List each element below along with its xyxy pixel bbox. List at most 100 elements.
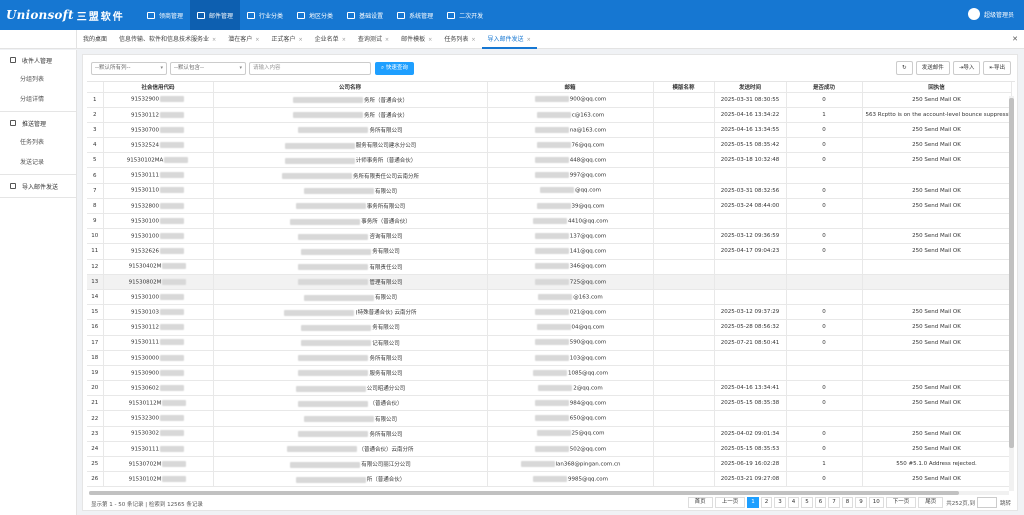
page-button-5[interactable]: 5 [801, 497, 813, 508]
send-mail-button[interactable]: 发送邮件 [915, 61, 950, 75]
first-page-button[interactable]: 首页 [687, 497, 713, 508]
page-button-9[interactable]: 9 [855, 497, 867, 508]
table-row[interactable]: 16 91530112 务有限公司 04@qq.com 2025-05-28 08:56… [87, 319, 1012, 336]
close-icon[interactable]: × [255, 37, 259, 43]
table-row[interactable]: 3 91530700 务所有限公司 na@163.com 2025-04-16 13:3… [87, 122, 1012, 139]
refresh-button[interactable]: ↻ [896, 61, 913, 75]
page-button-2[interactable]: 2 [760, 497, 773, 508]
scrollbar-thumb[interactable] [89, 491, 959, 495]
table-row[interactable]: 7 91530110 有限公司 @qq.com 2025-03-31 08:32:56 0… [87, 183, 1012, 199]
table-row[interactable]: 11 91532626 务有限公司 141@qq.com 2025-04-17 09:0… [87, 243, 1012, 260]
table-row[interactable]: 1 91532900 务所（普通合伙） 900@qq.com 2025-03-31 08… [87, 92, 1012, 108]
table-row[interactable]: 12 91530402M 有限责任公司 346@qq.com [87, 259, 1012, 275]
vertical-scrollbar[interactable] [1009, 96, 1014, 491]
table-row[interactable]: 17 91530111 记有限公司 590@qq.com 2025-07-21 08:5… [87, 335, 1012, 351]
close-icon[interactable]: × [428, 37, 432, 43]
page-button-8[interactable]: 8 [841, 497, 854, 508]
nav-item-2[interactable]: 行业分类 [240, 0, 290, 30]
close-icon[interactable]: × [385, 37, 389, 43]
prev-page-button[interactable]: 上一页 [714, 497, 746, 508]
tab-7[interactable]: 任务列表 × [438, 30, 481, 49]
horizontal-scrollbar[interactable] [89, 491, 1009, 495]
jump-button[interactable]: 跳转 [1000, 499, 1011, 507]
cell-tpl [653, 122, 715, 139]
page-button-7[interactable]: 7 [828, 497, 840, 508]
nav-item-4[interactable]: 基础设置 [340, 0, 390, 30]
close-icon[interactable]: × [471, 37, 475, 43]
nav-item-6[interactable]: 二次开发 [440, 0, 490, 30]
close-icon[interactable]: × [342, 37, 346, 43]
sidebar-item[interactable]: 分组列表 [0, 70, 76, 90]
table-row[interactable]: 26 91530102M 所（普通合伙） 9985@qq.com 2025-03-21 … [87, 471, 1012, 488]
nav-item-3[interactable]: 地区分类 [290, 0, 340, 30]
table-row[interactable]: 4 91532524 服务有限公司建水分公司 76@qq.com 2025-05-15 … [87, 137, 1012, 154]
close-icon[interactable]: × [298, 37, 302, 43]
table-row[interactable]: 10 91530100 咨询有限公司 137@qq.com 2025-03-12 09:… [87, 228, 1012, 245]
sidebar-item[interactable]: 任务列表 [0, 133, 76, 153]
tab-5[interactable]: 查询测试 × [352, 30, 395, 49]
column-header[interactable]: 公司名称 [213, 82, 488, 93]
nav-item-1[interactable]: 邮件管理 [190, 0, 241, 30]
page-jump-input[interactable] [976, 497, 997, 508]
cell-time [714, 410, 787, 427]
table-row[interactable]: 13 91530802M 管理有限公司 725@qq.com [87, 274, 1012, 290]
export-button[interactable]: ⇤导出 [983, 61, 1011, 75]
table-row[interactable]: 20 91530602 公司昭通分公司 2@qq.com 2025-04-16 13:3… [87, 380, 1012, 397]
table-row[interactable]: 15 91530103 (特殊普通合伙) 云南分所 021@qq.com 2025-03… [87, 304, 1012, 321]
column-header[interactable]: 社会信用代码 [103, 82, 214, 93]
scrollbar-thumb[interactable] [1009, 98, 1014, 448]
close-icon[interactable]: × [527, 37, 531, 43]
column-header[interactable] [87, 82, 104, 93]
import-button[interactable]: ⇥导入 [952, 61, 981, 75]
tab-8[interactable]: 导入邮件发送 × [481, 30, 537, 49]
column-header[interactable]: 邮箱 [487, 82, 654, 93]
tab-2[interactable]: 潜在客户 × [222, 30, 265, 49]
table-row[interactable]: 8 91532800 事务所有限公司 39@qq.com 2025-03-24 08:4… [87, 198, 1012, 215]
tab-1[interactable]: 信息传输、软件和信息技术服务业 × [113, 30, 222, 49]
last-page-button[interactable]: 尾页 [918, 497, 944, 508]
sidebar-group-0[interactable]: 收件人管理 [0, 50, 76, 70]
sidebar-item[interactable]: 发送记录 [0, 153, 76, 173]
page-button-6[interactable]: 6 [814, 497, 827, 508]
page-button-1[interactable]: 1 [747, 497, 759, 508]
column-header[interactable]: 回执信 [862, 82, 1012, 93]
page-button-3[interactable]: 3 [774, 497, 786, 508]
column-header[interactable]: 模版名称 [653, 82, 715, 93]
column-header[interactable]: 是否成功 [786, 82, 863, 93]
match-select[interactable]: --默认包含-- ▾ [170, 62, 246, 75]
table-row[interactable]: 18 91530000 务所有限公司 103@qq.com [87, 350, 1012, 366]
table-row[interactable]: 22 91532300 有限公司 650@qq.com [87, 410, 1012, 427]
table-row[interactable]: 2 91530112 务所（普通合伙） c@163.com 2025-04-16 13:… [87, 107, 1012, 123]
tab-4[interactable]: 企业名单 × [309, 30, 352, 49]
table-row[interactable]: 25 91530702M 有限公司丽江分公司 lan368@pingan.com.cn… [87, 456, 1012, 473]
tab-0[interactable]: 我的桌面 [77, 30, 113, 49]
quick-search-button[interactable]: ⌕ 快速查询 [375, 62, 414, 75]
table-row[interactable]: 24 91530111 （普通合伙）云南分所 502@qq.com 2025-05-15… [87, 441, 1012, 458]
user-menu[interactable]: 超级管理员 [967, 8, 1014, 20]
table-row[interactable]: 23 91530302 务所有限公司 25@qq.com 2025-04-02 09:0… [87, 426, 1012, 442]
cell-name: 务所（普通合伙） [213, 92, 488, 108]
column-select[interactable]: --默认所有列-- ▾ [91, 62, 167, 75]
table-row[interactable]: 19 91530900 服务有限公司 1085@qq.com [87, 365, 1012, 382]
nav-item-0[interactable]: 领商管理 [140, 0, 190, 30]
next-page-button[interactable]: 下一页 [885, 497, 917, 508]
nav-item-5[interactable]: 系统管理 [390, 0, 440, 30]
page-button-10[interactable]: 10 [868, 497, 884, 508]
sidebar-item[interactable]: 分组详情 [0, 90, 76, 110]
search-input[interactable]: 请输入内容 [249, 62, 371, 75]
table-row[interactable]: 14 91530100 有限公司 @163.com [87, 289, 1012, 306]
close-icon[interactable]: × [212, 37, 216, 43]
table-row[interactable]: 21 91530112M （普通合伙） 984@qq.com 2025-05-15 08… [87, 395, 1012, 412]
tab-6[interactable]: 邮件模板 × [395, 30, 438, 49]
tab-3[interactable]: 正式客户 × [265, 30, 308, 49]
page-button-4[interactable]: 4 [787, 497, 800, 508]
table-row[interactable]: 9 91530100 事务所（普通合伙） 4410@qq.com [87, 213, 1012, 230]
redacted-block [164, 157, 189, 164]
table-row[interactable]: 6 91530111 务所有限责任公司云南分所 997@qq.com [87, 167, 1012, 184]
expand-icon[interactable]: ✕ [1012, 35, 1018, 43]
sidebar-group-1[interactable]: 推送管理 [0, 113, 76, 133]
cell-name: 咨询有限公司 [213, 228, 488, 245]
table-row[interactable]: 5 91530102MA 计师事务所（普通合伙） 448@qq.com 2025-03-… [87, 152, 1012, 169]
column-header[interactable]: 发送时间 [714, 82, 787, 93]
sidebar-group-2[interactable]: 导入邮件发送 [0, 176, 76, 196]
